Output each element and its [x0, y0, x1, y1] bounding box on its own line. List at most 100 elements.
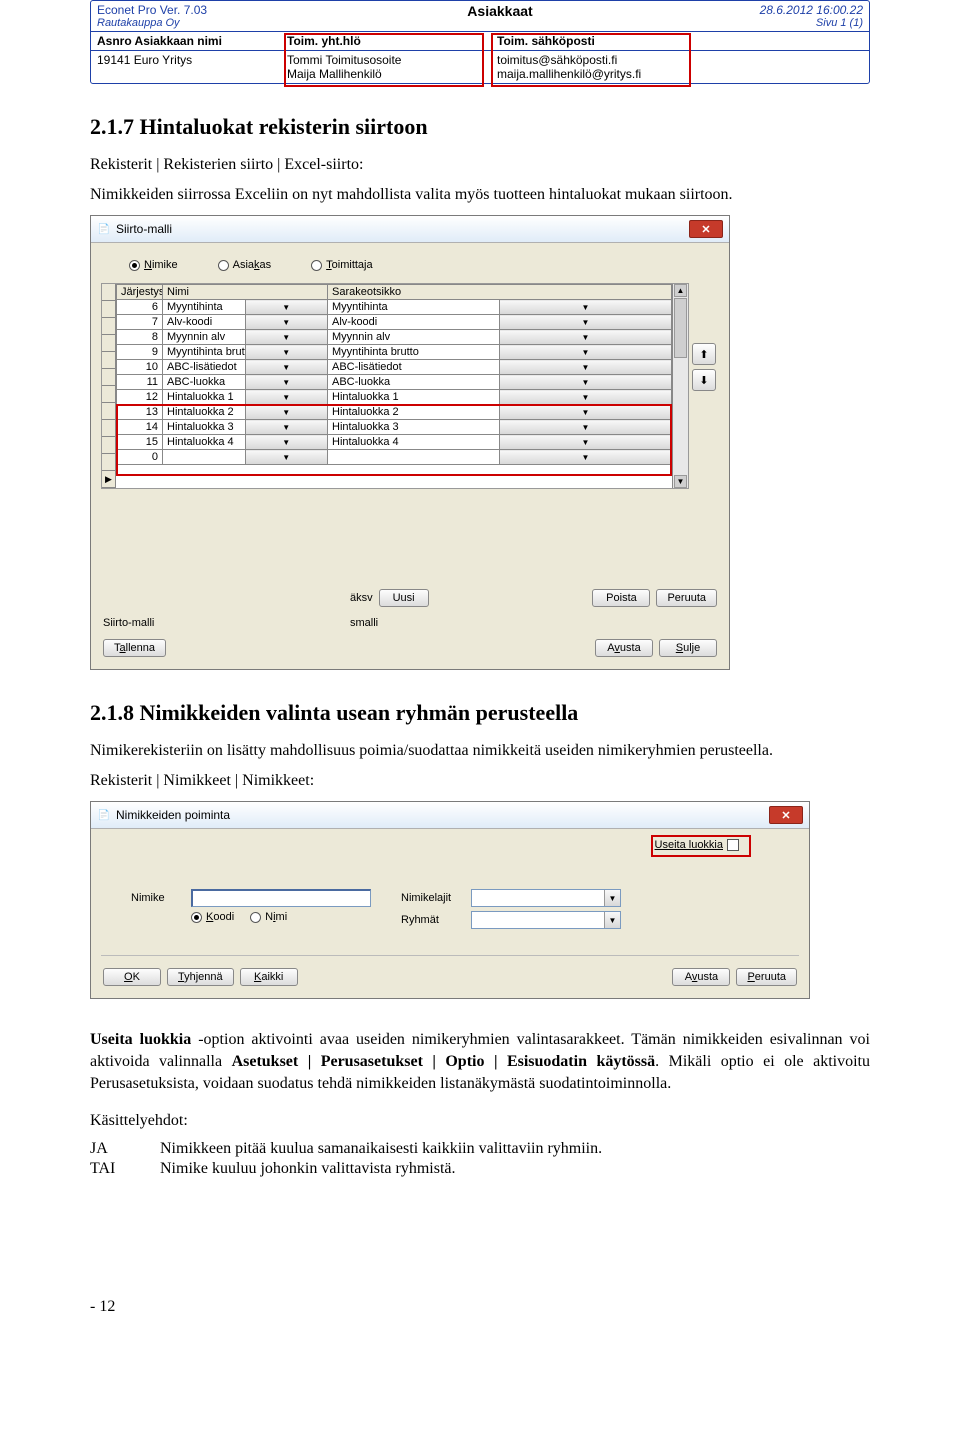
chevron-down-icon[interactable]: ▼	[500, 435, 672, 450]
chevron-down-icon[interactable]: ▼	[245, 450, 328, 465]
peruuta-button[interactable]: Peruuta	[656, 589, 717, 607]
ok-button[interactable]: OK	[103, 968, 161, 986]
dialog-icon: 📄	[97, 808, 111, 822]
chevron-down-icon[interactable]: ▼	[500, 360, 672, 375]
label-nimike: Nimike	[131, 892, 181, 904]
section-217-line1: Rekisterit | Rekisterien siirto | Excel-…	[90, 154, 870, 176]
chevron-down-icon[interactable]: ▼	[245, 420, 328, 435]
def-term-tai: TAI	[90, 1160, 160, 1178]
report-row1-col3b: maija.mallihenkilö@yritys.fi	[497, 67, 863, 81]
chevron-down-icon[interactable]: ▼	[245, 315, 328, 330]
chevron-down-icon[interactable]: ▼	[245, 330, 328, 345]
def-desc-tai: Nimike kuuluu johonkin valittavista ryhm…	[160, 1160, 870, 1178]
grid-row[interactable]: 12Hintaluokka 1▼Hintaluokka 1▼	[117, 390, 672, 405]
avusta-button[interactable]: Avusta	[672, 968, 730, 986]
report-row1-col3a: toimitus@sähköposti.fi	[497, 53, 863, 67]
chevron-down-icon[interactable]: ▼	[245, 390, 328, 405]
report-row1-col1: 19141 Euro Yritys	[91, 51, 281, 83]
grid-row[interactable]: 15Hintaluokka 4▼Hintaluokka 4▼	[117, 435, 672, 450]
checkbox-useita-luokkia[interactable]: Useita luokkia	[655, 839, 739, 851]
section-218-p2: Rekisterit | Nimikkeet | Nimikkeet:	[90, 770, 870, 792]
chevron-down-icon: ▼	[604, 890, 620, 906]
report-col1-header: Asnro Asiakkaan nimi	[91, 32, 281, 50]
move-down-button[interactable]: ⬇	[692, 369, 716, 391]
chevron-down-icon[interactable]: ▼	[245, 300, 328, 315]
uusi-button[interactable]: Uusi	[379, 589, 429, 607]
sulje-button[interactable]: Sulje	[659, 639, 717, 657]
chevron-down-icon[interactable]: ▼	[500, 315, 672, 330]
grid-row[interactable]: 11ABC-luokka▼ABC-luokka▼	[117, 375, 672, 390]
page-number: - 12	[90, 1298, 870, 1316]
chevron-down-icon[interactable]: ▼	[500, 300, 672, 315]
report-datetime: 28.6.2012 16:00.22	[705, 3, 863, 17]
dialog-siirto-malli: 📄 Siirto-malli ✕ Nimike Asiakas Toimitta…	[90, 215, 730, 670]
label-ryhmat: Ryhmät	[401, 914, 461, 926]
label-fragment: äksv	[350, 592, 373, 604]
report-col2-header: Toim. yht.hlö	[281, 32, 491, 50]
kaikki-button[interactable]: Kaikki	[240, 968, 298, 986]
grid-row[interactable]: 10ABC-lisätiedot▼ABC-lisätiedot▼	[117, 360, 672, 375]
report-row1-col2b: Maija Mallihenkilö	[287, 67, 485, 81]
label-smalli: smalli	[350, 617, 378, 629]
def-row: TAI Nimike kuuluu johonkin valittavista …	[90, 1160, 870, 1178]
report-sample: Econet Pro Ver. 7.03 Rautakauppa Oy Asia…	[90, 0, 870, 84]
chevron-down-icon[interactable]: ▼	[245, 435, 328, 450]
checkbox-label: Useita luokkia	[655, 839, 723, 851]
nimike-input[interactable]	[191, 889, 371, 907]
chevron-down-icon[interactable]: ▼	[500, 450, 672, 465]
chevron-down-icon[interactable]: ▼	[500, 345, 672, 360]
chevron-down-icon: ▼	[604, 912, 620, 928]
section-218-p1: Nimikerekisteriin on lisätty mahdollisuu…	[90, 740, 870, 762]
nimikelajit-combo[interactable]: ▼	[471, 889, 621, 907]
ryhmat-combo[interactable]: ▼	[471, 911, 621, 929]
chevron-down-icon[interactable]: ▼	[500, 420, 672, 435]
report-col3-header: Toim. sähköposti	[491, 32, 869, 50]
label-nimikelajit: Nimikelajit	[401, 892, 461, 904]
chevron-down-icon[interactable]: ▼	[245, 360, 328, 375]
def-term-ja: JA	[90, 1140, 160, 1158]
chevron-down-icon[interactable]: ▼	[245, 375, 328, 390]
grid-row[interactable]: 8Myynnin alv▼Myynnin alv▼	[117, 330, 672, 345]
siirto-grid[interactable]: Järjestys Nimi Sarakeotsikko 6Myyntihint…	[116, 284, 672, 465]
section-218-heading: 2.1.8 Nimikkeiden valinta usean ryhmän p…	[90, 700, 870, 726]
grid-header-jarjestys: Järjestys	[117, 285, 163, 300]
grid-row-new[interactable]: 0▼▼	[117, 450, 672, 465]
label-siirto-malli: Siirto-malli	[103, 617, 163, 629]
radio-koodi[interactable]: Koodi	[191, 911, 234, 923]
chevron-down-icon[interactable]: ▼	[245, 345, 328, 360]
chevron-down-icon[interactable]: ▼	[500, 375, 672, 390]
grid-row[interactable]: 14Hintaluokka 3▼Hintaluokka 3▼	[117, 420, 672, 435]
chevron-down-icon[interactable]: ▼	[500, 330, 672, 345]
peruuta-button[interactable]: Peruuta	[736, 968, 797, 986]
tyhjenna-button[interactable]: Tyhjennä	[167, 968, 234, 986]
chevron-down-icon[interactable]: ▼	[245, 405, 328, 420]
radio-asiakas[interactable]: Asiakas	[218, 259, 272, 271]
grid-row[interactable]: 9Myyntihinta brutto▼Myyntihinta brutto▼	[117, 345, 672, 360]
radio-toimittaja[interactable]: Toimittaja	[311, 259, 372, 271]
poista-button[interactable]: Poista	[592, 589, 650, 607]
section-217-line2: Nimikkeiden siirrossa Exceliin on nyt ma…	[90, 184, 870, 206]
avusta-button[interactable]: Avusta	[595, 639, 653, 657]
close-icon[interactable]: ✕	[689, 220, 723, 238]
report-row1-col2a: Tommi Toimitusosoite	[287, 53, 485, 67]
section-217-heading: 2.1.7 Hintaluokat rekisterin siirtoon	[90, 114, 870, 140]
radio-nimi[interactable]: Nimi	[250, 911, 287, 923]
radio-nimike[interactable]: Nimike	[129, 259, 178, 271]
move-up-button[interactable]: ⬆	[692, 343, 716, 365]
grid-row[interactable]: 13Hintaluokka 2▼Hintaluokka 2▼	[117, 405, 672, 420]
def-desc-ja: Nimikkeen pitää kuulua samanaikaisesti k…	[160, 1140, 870, 1158]
chevron-down-icon[interactable]: ▼	[500, 405, 672, 420]
grid-header-sarakeotsikko: Sarakeotsikko	[328, 285, 672, 300]
close-icon[interactable]: ✕	[769, 806, 803, 824]
dialog-title: Siirto-malli	[116, 222, 172, 236]
chevron-down-icon[interactable]: ▼	[500, 390, 672, 405]
def-row: JA Nimikkeen pitää kuulua samanaikaisest…	[90, 1140, 870, 1158]
report-app: Econet Pro Ver. 7.03	[97, 3, 295, 17]
grid-row[interactable]: 7Alv-koodi▼Alv-koodi▼	[117, 315, 672, 330]
row-selector: ▶	[102, 284, 116, 488]
report-company: Rautakauppa Oy	[97, 17, 295, 29]
grid-row[interactable]: 6Myyntihinta▼Myyntihinta▼	[117, 300, 672, 315]
tallenna-button[interactable]: Tallenna	[103, 639, 166, 657]
paragraph-useita-luokkia: Useita luokkia -option aktivointi avaa u…	[90, 1029, 870, 1094]
grid-vscrollbar[interactable]: ▲ ▼	[672, 284, 688, 488]
